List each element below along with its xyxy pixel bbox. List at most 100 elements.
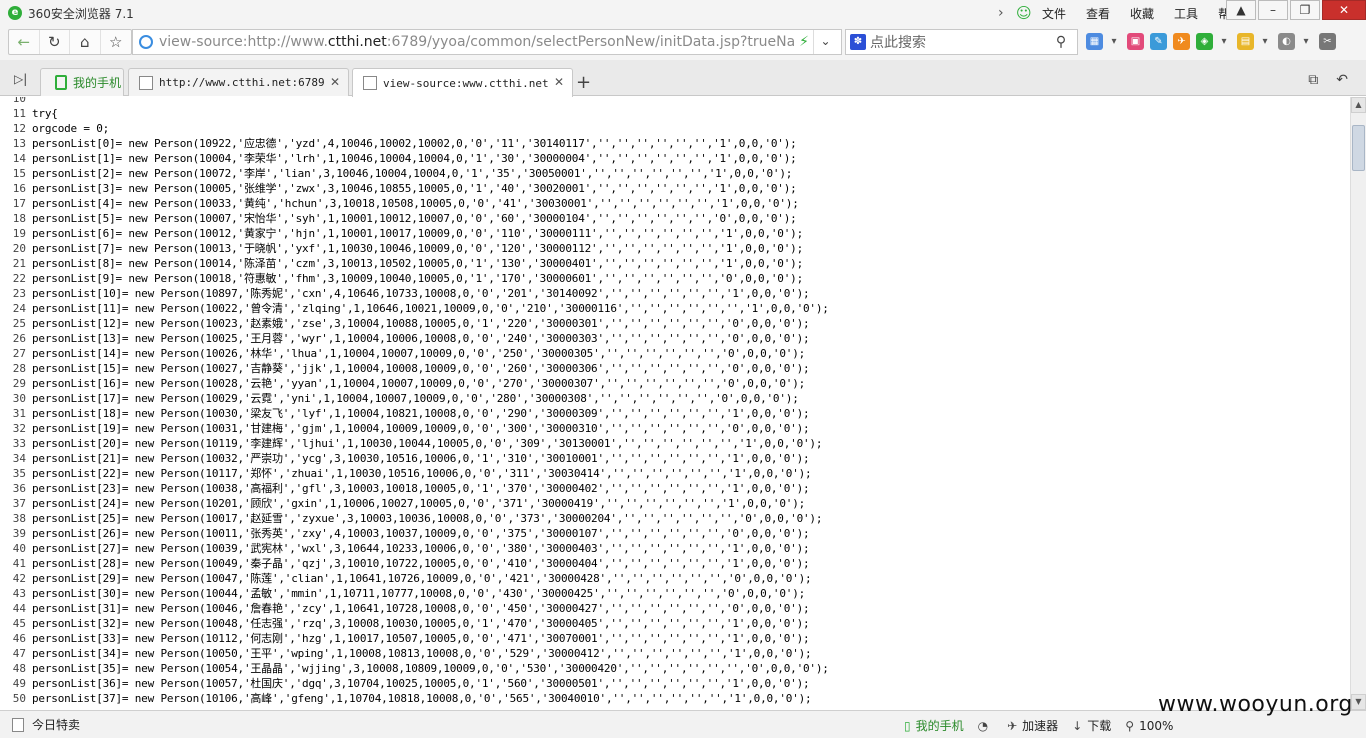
line-code: personList[19]= new Person(10031,'甘建梅','… bbox=[32, 422, 810, 435]
shield-icon[interactable]: ◈ bbox=[1196, 33, 1213, 50]
line-code: personList[34]= new Person(10050,'王平','w… bbox=[32, 647, 812, 660]
close-button[interactable]: ✕ bbox=[1322, 0, 1366, 20]
minimize-button[interactable]: – bbox=[1258, 0, 1288, 20]
line-code: personList[25]= new Person(10017,'赵延雪','… bbox=[32, 512, 823, 525]
line-number: 28 bbox=[12, 362, 26, 375]
chevron-down-icon[interactable]: ▾ bbox=[1301, 33, 1311, 50]
line-number: 41 bbox=[12, 557, 26, 570]
menu-file[interactable]: 文件 bbox=[1042, 5, 1066, 22]
chevron-down-icon[interactable]: ▾ bbox=[1109, 33, 1119, 50]
vertical-scrollbar[interactable]: ▲ ▼ bbox=[1350, 97, 1366, 710]
line-number: 29 bbox=[12, 377, 26, 390]
baidu-paw-icon[interactable]: ✽ bbox=[850, 34, 866, 50]
game-controller-icon[interactable]: ◐ bbox=[1278, 33, 1295, 50]
extension-toolbar: ▦ ▾ ▣ ✎ ✈ ◈ ▾ ▤ ▾ ◐ ▾ ✂ bbox=[1086, 33, 1342, 50]
close-tab-icon[interactable]: ✕ bbox=[554, 75, 564, 89]
chevron-down-icon[interactable]: ⌄ bbox=[813, 30, 837, 54]
source-line: 21 personList[8]= new Person(10014,'陈泽苗',… bbox=[0, 256, 1350, 271]
tab-list-icon[interactable]: ⧉ bbox=[1308, 72, 1318, 88]
back-arrow-icon[interactable]: ← bbox=[9, 30, 40, 54]
tab-view-source[interactable]: view-source:www.ctthi.net:67 ✕ bbox=[352, 68, 573, 97]
close-tab-icon[interactable]: ✕ bbox=[330, 75, 340, 89]
gauge-icon: ◔ bbox=[977, 718, 989, 733]
status-accelerator[interactable]: ✈ 加速器 bbox=[1007, 717, 1058, 734]
source-line: 43 personList[30]= new Person(10044,'孟敏',… bbox=[0, 586, 1350, 601]
line-number: 42 bbox=[12, 572, 26, 585]
menu-view[interactable]: 查看 bbox=[1086, 5, 1110, 22]
maximize-button[interactable]: ❐ bbox=[1290, 0, 1320, 20]
rocket-icon: ✈ bbox=[1007, 718, 1018, 733]
scroll-thumb[interactable] bbox=[1352, 125, 1365, 171]
line-number: 46 bbox=[12, 632, 26, 645]
chevron-down-icon[interactable]: ▾ bbox=[1219, 33, 1229, 50]
screenshot-icon[interactable]: ▣ bbox=[1127, 33, 1144, 50]
line-code: personList[17]= new Person(10029,'云霓','y… bbox=[32, 392, 799, 405]
source-line: 42 personList[29]= new Person(10047,'陈莲',… bbox=[0, 571, 1350, 586]
home-icon[interactable]: ⌂ bbox=[70, 30, 101, 54]
plane-icon[interactable]: ✈ bbox=[1173, 33, 1190, 50]
new-tab-button[interactable]: + bbox=[576, 72, 591, 93]
download-label: 下载 bbox=[1087, 719, 1112, 733]
source-line: 33 personList[20]= new Person(10119,'李建辉'… bbox=[0, 436, 1350, 451]
apps-grid-icon[interactable]: ▦ bbox=[1086, 33, 1103, 50]
scroll-down-arrow-icon[interactable]: ▼ bbox=[1351, 694, 1366, 710]
lightning-icon[interactable]: ⚡ bbox=[795, 34, 813, 50]
line-code: personList[1]= new Person(10004,'李荣华','l… bbox=[32, 152, 797, 165]
search-input[interactable]: 点此搜索 bbox=[870, 32, 1051, 52]
menu-favorites[interactable]: 收藏 bbox=[1130, 5, 1154, 22]
sidebar-toggle-icon[interactable]: ▷| bbox=[14, 72, 27, 86]
source-view[interactable]: 10 11 try{12 orgcode = 0; 13 personList[0]= n… bbox=[0, 97, 1350, 710]
status-my-phone[interactable]: ▯ 我的手机 bbox=[904, 717, 964, 734]
chevron-down-icon[interactable]: ▾ bbox=[1260, 33, 1270, 50]
source-line: 16 personList[3]= new Person(10005,'张维学',… bbox=[0, 181, 1350, 196]
status-deals[interactable]: 今日特卖 bbox=[12, 716, 80, 733]
speedometer-icon[interactable]: ◔ bbox=[978, 719, 993, 733]
source-line: 37 personList[24]= new Person(10201,'顾欣',… bbox=[0, 496, 1350, 511]
tab-page[interactable]: http://www.ctthi.net:6789/yy ✕ bbox=[128, 68, 349, 96]
line-code: personList[2]= new Person(10072,'李岸','li… bbox=[32, 167, 793, 180]
url-input[interactable]: view-source:http://www.ctthi.net:6789/yy… bbox=[159, 34, 795, 50]
undo-close-icon[interactable]: ↶ bbox=[1336, 72, 1348, 88]
status-download[interactable]: ↓ 下载 bbox=[1072, 717, 1111, 734]
line-number: 50 bbox=[12, 692, 26, 705]
line-number: 36 bbox=[12, 482, 26, 495]
line-code: personList[11]= new Person(10022,'曾令清','… bbox=[32, 302, 829, 315]
scroll-up-arrow-icon[interactable]: ▲ bbox=[1351, 97, 1366, 113]
refresh-icon[interactable]: ↻ bbox=[40, 30, 70, 54]
scissors-icon[interactable]: ✂ bbox=[1319, 33, 1336, 50]
tab-tools: ⧉ ↶ bbox=[1290, 72, 1348, 88]
source-line: 22 personList[9]= new Person(10018,'符惠敏',… bbox=[0, 271, 1350, 286]
skin-shirt-icon[interactable]: ▲ bbox=[1226, 0, 1256, 20]
line-code: personList[27]= new Person(10039,'武宪林','… bbox=[32, 542, 810, 555]
line-number: 47 bbox=[12, 647, 26, 660]
address-bar[interactable]: view-source:http://www.ctthi.net:6789/yy… bbox=[132, 29, 842, 55]
navigation-bar: ← ↻ ⌂ ☆ view-source:http://www.ctthi.net… bbox=[0, 26, 1366, 60]
line-code: personList[36]= new Person(10057,'杜国庆','… bbox=[32, 677, 810, 690]
line-number: 21 bbox=[12, 257, 26, 270]
gift-icon[interactable]: ▤ bbox=[1237, 33, 1254, 50]
line-number: 39 bbox=[12, 527, 26, 540]
menu-tools[interactable]: 工具 bbox=[1174, 5, 1198, 22]
source-line: 20 personList[7]= new Person(10013,'于晓帆',… bbox=[0, 241, 1350, 256]
chevron-right-icon[interactable]: › bbox=[998, 5, 1012, 21]
search-box[interactable]: ✽ 点此搜索 ⚲ bbox=[845, 29, 1078, 55]
source-line: 45 personList[32]= new Person(10048,'任志强'… bbox=[0, 616, 1350, 631]
line-number: 48 bbox=[12, 662, 26, 675]
source-line: 11 try{ bbox=[0, 106, 1350, 121]
status-zoom[interactable]: ⚲ 100% bbox=[1125, 719, 1173, 733]
line-number: 14 bbox=[12, 152, 26, 165]
line-code: personList[35]= new Person(10054,'王晶晶','… bbox=[32, 662, 829, 675]
user-icon[interactable]: ☺ bbox=[1016, 4, 1034, 22]
line-code: personList[13]= new Person(10025,'王月蓉','… bbox=[32, 332, 810, 345]
tab-my-phone[interactable]: 我的手机 bbox=[40, 68, 124, 96]
search-icon[interactable]: ⚲ bbox=[1051, 34, 1071, 50]
line-number: 34 bbox=[12, 452, 26, 465]
star-icon[interactable]: ☆ bbox=[101, 30, 131, 54]
page-icon bbox=[139, 75, 153, 90]
source-line: 28 personList[15]= new Person(10027,'吉静葵'… bbox=[0, 361, 1350, 376]
source-line: 18 personList[5]= new Person(10007,'宋怡华',… bbox=[0, 211, 1350, 226]
line-number: 24 bbox=[12, 302, 26, 315]
source-line: 14 personList[1]= new Person(10004,'李荣华',… bbox=[0, 151, 1350, 166]
line-code: personList[29]= new Person(10047,'陈莲','c… bbox=[32, 572, 812, 585]
translate-icon[interactable]: ✎ bbox=[1150, 33, 1167, 50]
